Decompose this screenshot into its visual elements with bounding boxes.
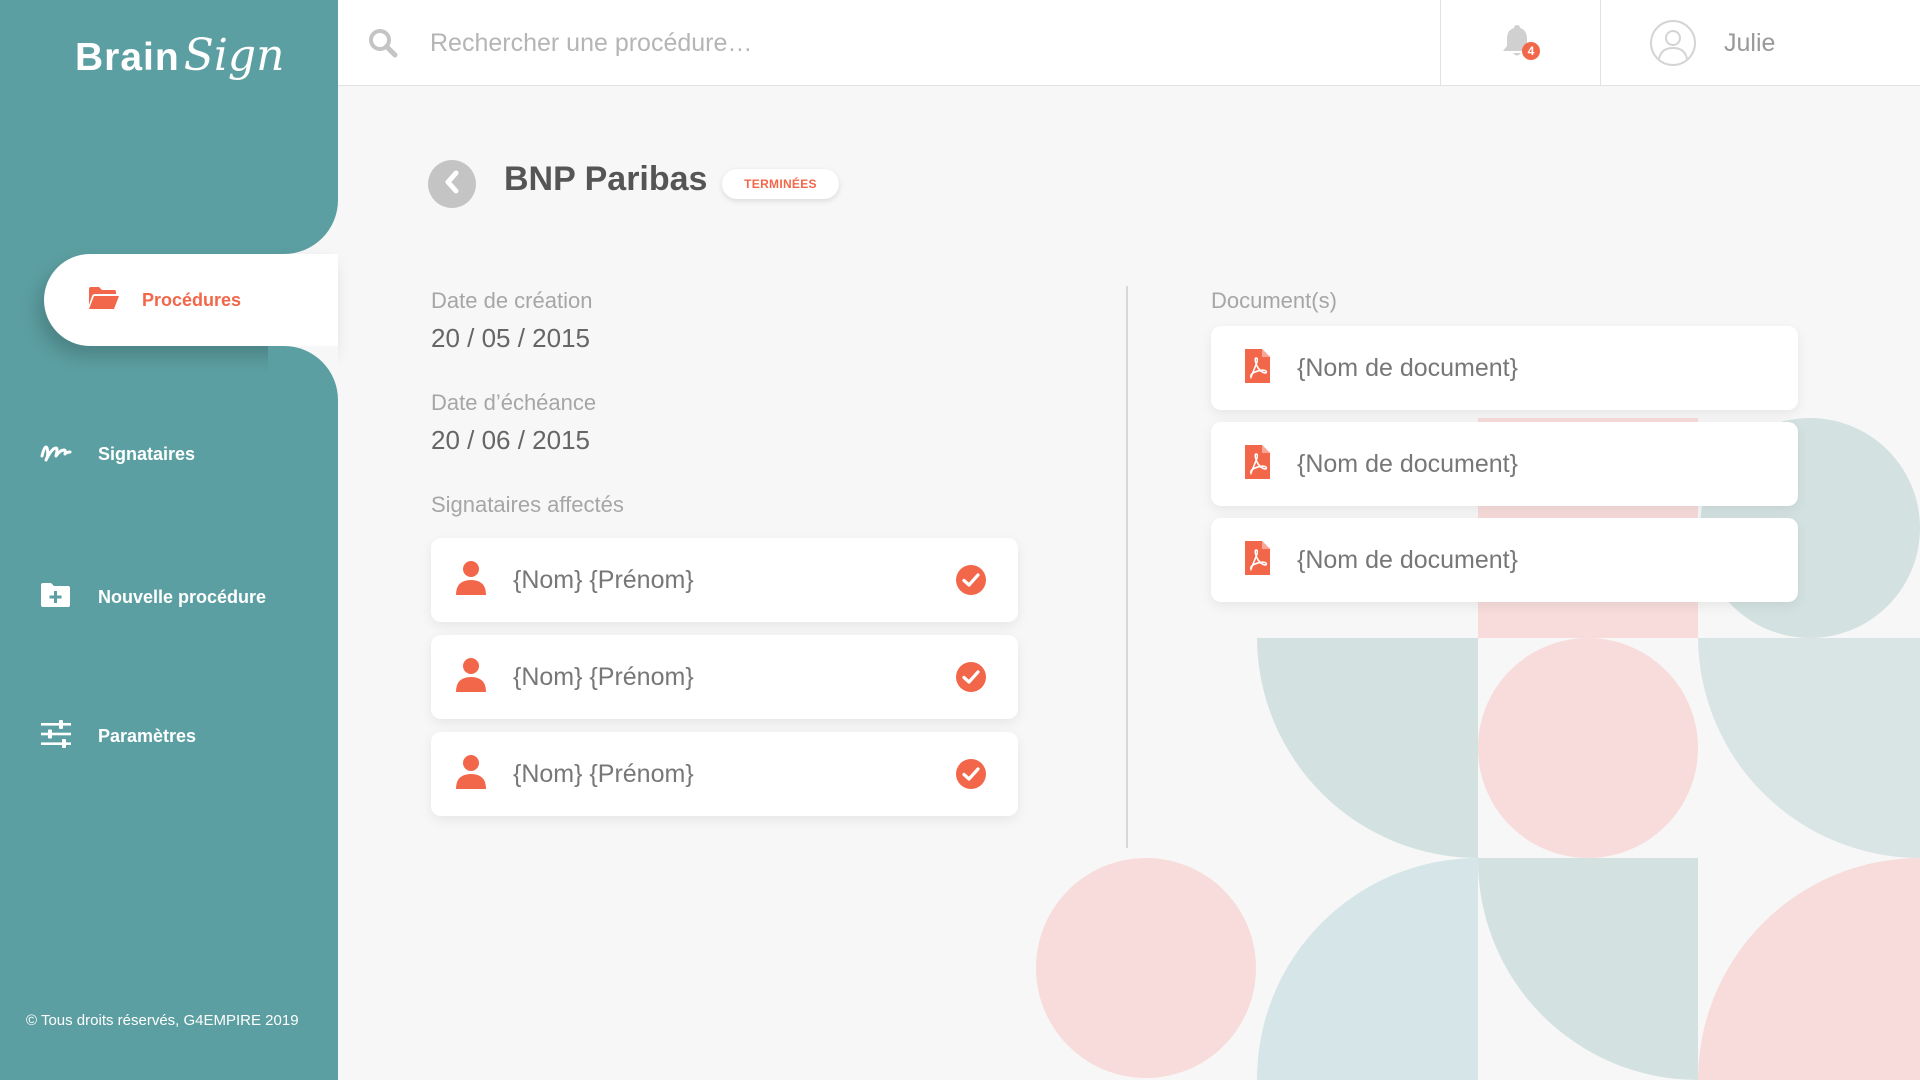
sidebar-item-procedures[interactable]: Procédures xyxy=(44,254,338,346)
person-icon xyxy=(455,657,487,698)
sidebar-item-signataires[interactable]: Signataires xyxy=(40,440,195,469)
logo-sign-text: Sign xyxy=(183,30,285,81)
back-button[interactable] xyxy=(428,160,476,208)
copyright-text: © Tous droits réservés, G4EMPIRE 2019 xyxy=(26,1012,299,1029)
signer-name: {Nom} {Prénom} xyxy=(513,565,694,594)
sidebar-item-label: Signataires xyxy=(98,444,196,464)
user-menu[interactable]: Julie xyxy=(1650,20,1775,66)
document-name: {Nom de document} xyxy=(1297,545,1518,574)
page-title: BNP Paribas xyxy=(504,160,708,198)
topbar-divider xyxy=(1600,0,1601,86)
signature-icon xyxy=(40,440,72,469)
search-icon[interactable] xyxy=(368,28,398,63)
topbar-divider xyxy=(1440,0,1441,86)
top-bar: 4 Julie xyxy=(338,0,1920,86)
sidebar-active-wrapper: Procédures xyxy=(0,200,338,410)
sidebar-curve-bottom xyxy=(268,346,338,400)
signers-label: Signataires affectés xyxy=(431,492,624,517)
due-date-label: Date d’échéance xyxy=(431,390,597,415)
document-card[interactable]: {Nom de document} xyxy=(1211,518,1798,602)
sidebar-item-label: Nouvelle procédure xyxy=(98,587,267,607)
sidebar-item-label: Paramètres xyxy=(98,726,197,746)
search-input[interactable] xyxy=(430,20,1430,66)
avatar xyxy=(1650,20,1696,66)
due-date-value: 20 / 06 / 2015 xyxy=(431,425,591,455)
check-circle-icon xyxy=(956,759,986,794)
document-name: {Nom de document} xyxy=(1297,449,1518,478)
sidebar-item-parametres[interactable]: Paramètres xyxy=(40,720,196,753)
sidebar-item-label: Procédures xyxy=(142,289,242,310)
signer-card[interactable]: {Nom} {Prénom} xyxy=(431,538,1018,622)
creation-date-label: Date de création xyxy=(431,288,593,313)
sliders-icon xyxy=(40,720,72,753)
signer-name: {Nom} {Prénom} xyxy=(513,662,694,691)
person-icon xyxy=(455,560,487,601)
pdf-file-icon xyxy=(1243,348,1271,389)
sidebar-item-nouvelle-procedure[interactable]: Nouvelle procédure xyxy=(40,582,266,613)
user-name: Julie xyxy=(1724,28,1776,57)
check-circle-icon xyxy=(956,565,986,600)
folder-open-icon xyxy=(88,286,120,315)
signer-card[interactable]: {Nom} {Prénom} xyxy=(431,635,1018,719)
check-circle-icon xyxy=(956,662,986,697)
logo-brain-text: Brain xyxy=(75,36,180,79)
brainsign-logo[interactable]: BrainSign xyxy=(75,30,284,81)
signer-card[interactable]: {Nom} {Prénom} xyxy=(431,732,1018,816)
folder-plus-icon xyxy=(40,582,72,613)
chevron-left-icon xyxy=(442,170,462,199)
document-name: {Nom de document} xyxy=(1297,353,1518,382)
notifications-button[interactable]: 4 xyxy=(1500,24,1544,68)
notification-count-badge: 4 xyxy=(1522,42,1540,60)
creation-date-value: 20 / 05 / 2015 xyxy=(431,323,591,353)
sidebar-curve-top xyxy=(268,200,338,254)
status-badge: TERMINÉES xyxy=(722,169,839,199)
sidebar: BrainSign Procédures Signataires Nouvell… xyxy=(0,0,338,1080)
person-icon xyxy=(455,754,487,795)
signer-name: {Nom} {Prénom} xyxy=(513,759,694,788)
documents-label: Document(s) xyxy=(1211,288,1337,313)
document-card[interactable]: {Nom de document} xyxy=(1211,422,1798,506)
pdf-file-icon xyxy=(1243,540,1271,581)
document-card[interactable]: {Nom de document} xyxy=(1211,326,1798,410)
column-divider xyxy=(1126,286,1128,848)
pdf-file-icon xyxy=(1243,444,1271,485)
